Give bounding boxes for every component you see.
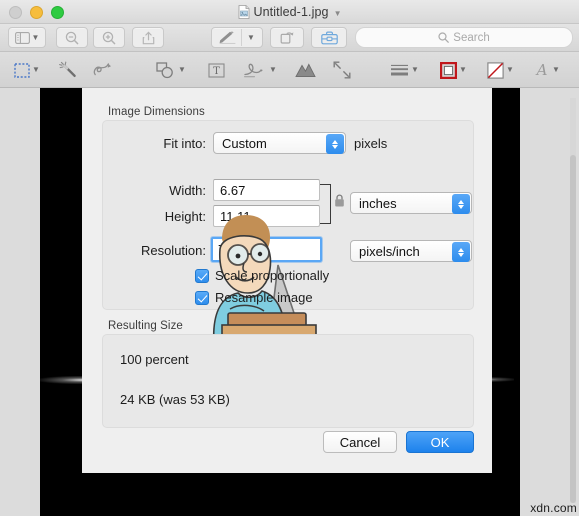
search-placeholder: Search <box>453 31 490 44</box>
text-style-tool[interactable]: A ▼ <box>534 58 560 82</box>
selection-chevron-down-icon: ▼ <box>32 65 40 74</box>
preview-app-window: Untitled-1.jpg ▼ ▼ ▼ Search ▼ ▼ T ▼ ▼ ▼ … <box>0 0 579 516</box>
shapes-tool[interactable]: ▼ <box>156 58 186 82</box>
resulting-percent: 100 percent <box>120 352 189 367</box>
svg-text:A: A <box>535 62 548 78</box>
shapes-icon <box>156 61 173 78</box>
title-bar: Untitled-1.jpg ▼ <box>0 0 579 24</box>
close-window-button[interactable] <box>9 6 22 19</box>
resolution-unit-stepper-icon[interactable] <box>452 242 470 262</box>
jpg-document-icon <box>238 5 250 19</box>
zoom-out-button[interactable] <box>56 27 88 48</box>
cancel-button-label: Cancel <box>339 434 381 450</box>
signature-tool[interactable]: ▼ <box>243 58 277 82</box>
sidebar-toggle-button[interactable]: ▼ <box>8 27 46 48</box>
scale-proportionally-checkbox[interactable] <box>195 268 209 283</box>
width-input[interactable]: 6.67 <box>213 179 320 201</box>
ok-button-label: OK <box>430 434 450 450</box>
lasso-sketch-icon <box>93 62 111 75</box>
site-watermark: xdn.com <box>530 501 577 515</box>
resolution-unit-select[interactable]: pixels/inch <box>350 240 472 262</box>
markup-toggle-button[interactable]: ▼ <box>211 27 263 48</box>
markup-toolbar: ▼ ▼ T ▼ ▼ ▼ ▼ A ▼ <box>0 52 579 132</box>
height-label: Height: <box>164 209 206 224</box>
svg-text:T: T <box>213 66 220 77</box>
window-title: Untitled-1.jpg <box>253 5 329 19</box>
line-weight-icon <box>391 64 408 76</box>
shape-style-chevron-down-icon: ▼ <box>411 65 419 74</box>
resolution-unit-value: pixels/inch <box>359 243 420 259</box>
rectangular-selection-tool[interactable]: ▼ <box>14 58 40 82</box>
window-controls <box>9 6 64 19</box>
resulting-filesize: 24 KB (was 53 KB) <box>120 392 230 407</box>
text-box-icon: T <box>208 62 225 78</box>
size-unit-stepper-icon[interactable] <box>452 194 470 214</box>
signature-icon <box>244 63 263 78</box>
image-dimensions-group-label: Image Dimensions <box>108 106 205 118</box>
shapes-chevron-down-icon: ▼ <box>178 65 186 74</box>
border-color-tool[interactable]: ▼ <box>440 58 467 82</box>
dashed-rectangle-icon <box>14 62 30 78</box>
scale-proportionally-checkbox-row[interactable]: Scale proportionally <box>195 268 329 283</box>
height-value: 11.11 <box>220 208 251 224</box>
histogram-icon <box>295 63 316 78</box>
resample-image-label: Resample image <box>215 290 313 305</box>
fit-into-select[interactable]: Custom <box>213 132 346 154</box>
shape-style-tool[interactable]: ▼ <box>390 58 419 82</box>
title-chevron-down-icon[interactable]: ▼ <box>334 9 342 18</box>
main-toolbar: ▼ ▼ Search <box>0 24 579 52</box>
scale-proportionally-label: Scale proportionally <box>215 268 330 283</box>
text-style-chevron-down-icon: ▼ <box>552 65 560 74</box>
search-input[interactable]: Search <box>355 27 573 48</box>
window-title-group: Untitled-1.jpg ▼ <box>0 0 579 24</box>
resolution-value: 72 <box>218 242 233 257</box>
font-A-icon: A <box>535 62 548 78</box>
vertical-scrollbar-thumb[interactable] <box>570 155 576 503</box>
border-color-chevron-down-icon: ▼ <box>459 65 467 74</box>
sketch-tool[interactable] <box>92 58 114 82</box>
text-caret <box>233 242 235 257</box>
fill-color-swatch-icon <box>487 61 504 79</box>
adjust-size-dialog: Image Dimensions Fit into: Custom pixels… <box>82 88 492 473</box>
rotate-button[interactable] <box>270 27 304 48</box>
cancel-button[interactable]: Cancel <box>323 431 397 453</box>
markup-chevron-down-icon: ▼ <box>247 32 255 42</box>
resulting-size-group <box>102 334 474 428</box>
fit-into-stepper-icon[interactable] <box>326 134 344 154</box>
zoom-in-button[interactable] <box>93 27 125 48</box>
toolbox-button[interactable] <box>311 27 347 48</box>
resolution-input[interactable]: 72 <box>211 237 322 262</box>
magic-wand-icon <box>59 61 76 77</box>
border-color-swatch-icon <box>440 61 457 79</box>
fit-into-value: Custom <box>222 135 267 151</box>
height-input[interactable]: 11.11 <box>213 205 320 227</box>
maximize-window-button[interactable] <box>51 6 64 19</box>
text-tool[interactable]: T <box>208 58 225 82</box>
share-button[interactable] <box>132 27 164 48</box>
width-label: Width: <box>169 183 206 198</box>
instant-alpha-tool[interactable] <box>58 58 78 82</box>
vertical-scrollbar-track[interactable] <box>570 98 576 503</box>
sidebar-chevron-down-icon: ▼ <box>31 32 40 42</box>
adjust-color-tool[interactable] <box>295 58 316 82</box>
size-unit-select[interactable]: inches <box>350 192 472 214</box>
dimension-link-bracket <box>320 184 331 224</box>
resample-image-checkbox[interactable] <box>195 290 209 305</box>
width-value: 6.67 <box>220 182 246 198</box>
search-icon <box>438 32 450 43</box>
lock-closed-icon[interactable] <box>334 194 345 207</box>
minimize-window-button[interactable] <box>30 6 43 19</box>
fill-color-tool[interactable]: ▼ <box>487 58 514 82</box>
fit-into-unit-label: pixels <box>354 136 388 151</box>
size-unit-value: inches <box>359 195 397 211</box>
resolution-label: Resolution: <box>140 243 206 258</box>
fit-into-label: Fit into: <box>163 136 206 151</box>
resize-arrows-icon <box>333 61 351 79</box>
resample-image-checkbox-row[interactable]: Resample image <box>195 290 313 305</box>
adjust-size-tool[interactable] <box>333 58 351 82</box>
fill-color-chevron-down-icon: ▼ <box>506 65 514 74</box>
resulting-size-group-label: Resulting Size <box>108 320 183 332</box>
ok-button[interactable]: OK <box>406 431 474 453</box>
signature-chevron-down-icon: ▼ <box>269 65 277 74</box>
